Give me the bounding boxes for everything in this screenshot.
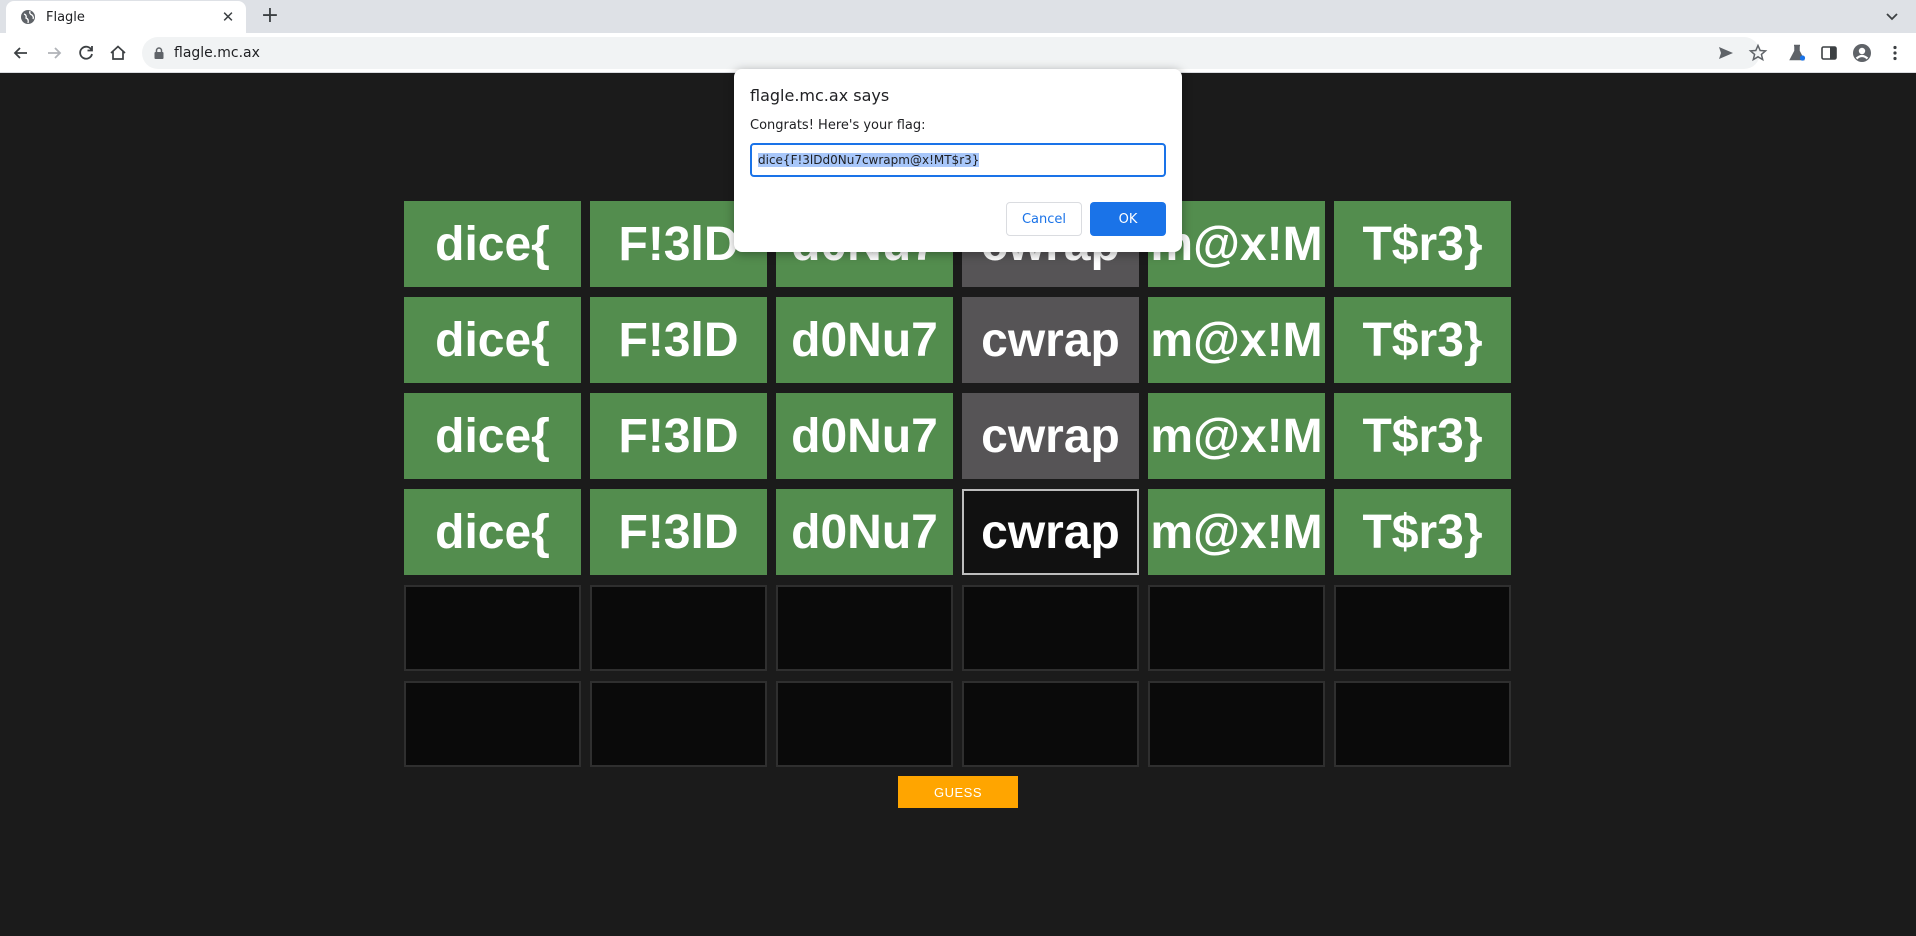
game-board: dice{F!3lDd0Nu7cwrapm@x!MT$r3}dice{F!3lD… [404,201,1511,777]
guess-tile: m@x!M [1148,297,1325,383]
browser-toolbar: flagle.mc.ax [0,33,1916,73]
flag-value: dice{F!3lDd0Nu7cwrapm@x!MT$r3} [758,153,980,167]
board-row [404,681,1511,767]
guess-button[interactable]: GUESS [898,776,1018,808]
alert-dialog: flagle.mc.ax says Congrats! Here's your … [734,69,1182,252]
close-tab-icon[interactable]: ✕ [220,8,236,26]
empty-tile[interactable] [1334,585,1511,671]
new-tab-button[interactable]: + [258,4,282,28]
address-bar[interactable]: flagle.mc.ax [142,37,1760,69]
empty-tile[interactable] [1148,681,1325,767]
guess-tile: m@x!M [1148,393,1325,479]
home-icon[interactable] [107,42,129,64]
ok-button[interactable]: OK [1090,202,1166,236]
guess-tile: d0Nu7 [776,297,953,383]
empty-tile[interactable] [590,585,767,671]
board-row: dice{F!3lDd0Nu7cwrapm@x!MT$r3} [404,297,1511,383]
guess-tile: cwrap [962,393,1139,479]
guess-tile: F!3lD [590,393,767,479]
profile-avatar-icon[interactable] [1851,42,1873,64]
forward-icon[interactable] [43,42,65,64]
guess-tile: T$r3} [1334,393,1511,479]
guess-tile: T$r3} [1334,489,1511,575]
empty-tile[interactable] [962,585,1139,671]
guess-tile: T$r3} [1334,297,1511,383]
empty-tile[interactable] [404,681,581,767]
board-row: dice{F!3lDd0Nu7cwrapm@x!MT$r3} [404,489,1511,575]
board-row [404,585,1511,671]
empty-tile[interactable] [404,585,581,671]
guess-tile: d0Nu7 [776,393,953,479]
empty-tile[interactable] [1334,681,1511,767]
kebab-menu-icon[interactable] [1884,42,1906,64]
guess-tile: d0Nu7 [776,489,953,575]
bookmark-star-icon[interactable] [1747,42,1769,64]
guess-tile[interactable]: cwrap [962,489,1139,575]
labs-flask-icon[interactable] [1786,42,1808,64]
guess-tile: dice{ [404,297,581,383]
flag-input[interactable]: dice{F!3lDd0Nu7cwrapm@x!MT$r3} [750,143,1166,177]
empty-tile[interactable] [776,585,953,671]
guess-tile: F!3lD [590,489,767,575]
guess-tile: dice{ [404,489,581,575]
back-icon[interactable] [10,42,32,64]
guess-tile: T$r3} [1334,201,1511,287]
guess-tile: m@x!M [1148,489,1325,575]
side-panel-icon[interactable] [1818,42,1840,64]
tab-strip: Flagle ✕ + [0,0,1916,33]
lock-icon [154,47,164,59]
tab-title: Flagle [46,9,85,25]
guess-tile: dice{ [404,201,581,287]
guess-tile: dice{ [404,393,581,479]
guess-tile: F!3lD [590,297,767,383]
empty-tile[interactable] [776,681,953,767]
browser-tab[interactable]: Flagle ✕ [6,1,246,33]
url-text: flagle.mc.ax [174,45,260,61]
cancel-button[interactable]: Cancel [1006,202,1082,236]
dialog-title: flagle.mc.ax says [750,86,890,105]
empty-tile[interactable] [962,681,1139,767]
dialog-message: Congrats! Here's your flag: [750,118,926,133]
empty-tile[interactable] [590,681,767,767]
guess-tile: cwrap [962,297,1139,383]
send-icon[interactable] [1715,42,1737,64]
globe-icon [21,10,35,24]
board-row: dice{F!3lDd0Nu7cwrapm@x!MT$r3} [404,393,1511,479]
reload-icon[interactable] [75,42,97,64]
empty-tile[interactable] [1148,585,1325,671]
chevron-down-icon[interactable] [1882,7,1902,27]
